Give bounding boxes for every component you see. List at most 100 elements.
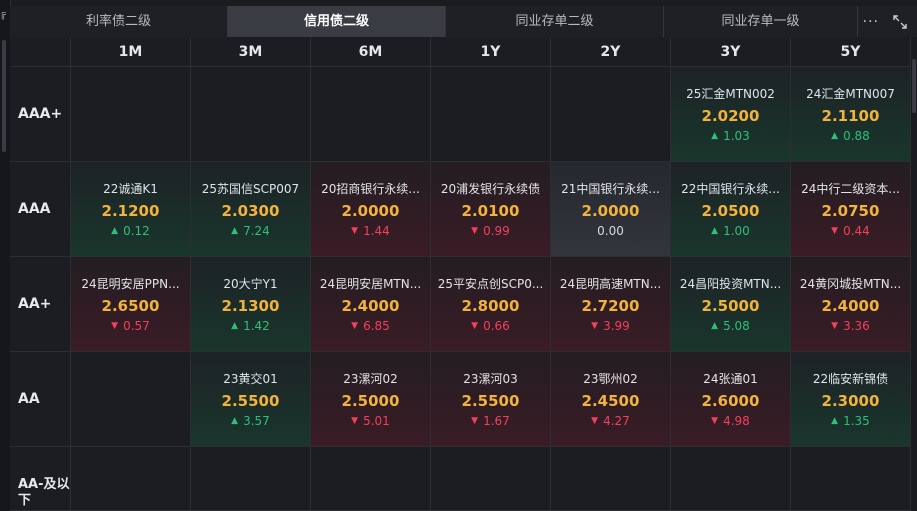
column-header-3Y: 3Y [671, 37, 791, 67]
row-label: AAA+ [10, 67, 71, 162]
triangle-up-icon: ▲ [231, 321, 239, 331]
empty-cell [671, 447, 791, 511]
yield-change: ▼ 0.44 [831, 224, 870, 239]
bond-yield: 2.7200 [581, 297, 640, 315]
yield-change: ▼ 4.98 [711, 414, 750, 429]
bond-cell[interactable]: 25平安点创SCP0... 2.8000 ▼ 0.66 [431, 257, 551, 352]
bond-cell[interactable]: 24汇金MTN007 2.1100 ▲ 0.88 [791, 67, 911, 162]
matrix-scrollbar-thumb[interactable] [912, 59, 916, 113]
empty-cell [431, 67, 551, 162]
yield-change: ▼ 5.01 [351, 414, 390, 429]
triangle-down-icon: ▼ [351, 416, 359, 426]
bond-yield: 2.0750 [821, 202, 880, 220]
bond-name: 24昆明安居MTN... [319, 277, 422, 291]
tab-0[interactable]: 利率债二级 [10, 6, 228, 37]
empty-cell [431, 447, 551, 511]
bond-cell[interactable]: 24黄冈城投MTN... 2.4000 ▼ 3.36 [791, 257, 911, 352]
bond-yield: 2.6000 [701, 392, 760, 410]
change-value: 5.08 [723, 319, 750, 333]
bond-cell[interactable]: 24中行二级资本... 2.0750 ▼ 0.44 [791, 162, 911, 257]
bond-name: 20大宁Y1 [223, 277, 278, 291]
triangle-up-icon: ▲ [711, 321, 719, 331]
bond-yield: 2.1200 [101, 202, 160, 220]
triangle-down-icon: ▼ [471, 416, 479, 426]
bond-cell[interactable]: 20招商银行永续... 2.0000 ▼ 1.44 [311, 162, 431, 257]
row-label: AA [10, 352, 71, 447]
bond-cell[interactable]: 20大宁Y1 2.1300 ▲ 1.42 [191, 257, 311, 352]
triangle-up-icon: ▲ [231, 416, 239, 426]
yield-change: ▲ 1.00 [711, 224, 750, 239]
empty-cell [191, 447, 311, 511]
triangle-down-icon: ▼ [351, 226, 359, 236]
change-value: 1.42 [243, 319, 270, 333]
change-value: 4.27 [603, 414, 630, 428]
tab-2[interactable]: 同业存单二级 [446, 6, 664, 37]
empty-cell [551, 447, 671, 511]
yield-change: ▲ 1.03 [711, 129, 750, 144]
bond-cell[interactable]: 24昌阳投资MTN... 2.5000 ▲ 5.08 [671, 257, 791, 352]
triangle-down-icon: ▼ [471, 226, 479, 236]
bond-cell[interactable]: 25汇金MTN002 2.0200 ▲ 1.03 [671, 67, 791, 162]
bond-cell[interactable]: 24张通01 2.6000 ▼ 4.98 [671, 352, 791, 447]
bond-yield: 2.5000 [341, 392, 400, 410]
left-scrollbar[interactable] [2, 40, 6, 152]
row-label: AAA [10, 162, 71, 257]
bond-yield: 2.1300 [221, 297, 280, 315]
bond-name: 24昆明安居PPN... [81, 277, 180, 291]
bond-name: 23黄交01 [223, 372, 278, 386]
yield-change: ▲ 0.88 [831, 129, 870, 144]
bond-name: 23鄂州02 [583, 372, 638, 386]
bond-yield: 2.8000 [461, 297, 520, 315]
yield-change: 0.00 [597, 224, 624, 239]
bond-name: 21中国银行永续... [561, 182, 660, 196]
empty-cell [191, 67, 311, 162]
yield-change: ▼ 0.57 [111, 319, 150, 334]
bond-cell[interactable]: 22诚通K1 2.1200 ▲ 0.12 [71, 162, 191, 257]
expand-icon[interactable] [893, 14, 907, 29]
bond-cell[interactable]: 21中国银行永续... 2.0000 0.00 [551, 162, 671, 257]
bond-yield: 2.4000 [821, 297, 880, 315]
bond-name: 25苏国信SCP007 [201, 182, 300, 196]
empty-cell [311, 447, 431, 511]
yield-change: ▼ 0.66 [471, 319, 510, 334]
tab-1[interactable]: 信用债二级 [228, 6, 446, 37]
bond-cell[interactable]: 24昆明安居PPN... 2.6500 ▼ 0.57 [71, 257, 191, 352]
triangle-up-icon: ▲ [111, 226, 119, 236]
row-label: AA-及以下 [10, 447, 71, 511]
yield-change: ▲ 1.35 [831, 414, 870, 429]
matrix-scrollbar[interactable] [911, 37, 917, 511]
empty-cell [791, 447, 911, 511]
bond-name: 22中国银行永续... [681, 182, 780, 196]
bond-cell[interactable]: 24昆明安居MTN... 2.4000 ▼ 6.85 [311, 257, 431, 352]
empty-cell [71, 67, 191, 162]
yield-change: ▲ 0.12 [111, 224, 150, 239]
bond-cell[interactable]: 23鄂州02 2.4500 ▼ 4.27 [551, 352, 671, 447]
bond-cell[interactable]: 23黄交01 2.5500 ▲ 3.57 [191, 352, 311, 447]
change-value: 0.44 [843, 224, 870, 238]
bond-cell[interactable]: 23漯河02 2.5000 ▼ 5.01 [311, 352, 431, 447]
yield-change: ▼ 1.67 [471, 414, 510, 429]
yield-change: ▲ 7.24 [231, 224, 270, 239]
more-icon[interactable]: ··· [863, 14, 879, 30]
bond-yield: 2.5500 [461, 392, 520, 410]
tab-actions: ··· [858, 6, 917, 37]
bond-yield: 2.1100 [821, 107, 880, 125]
empty-cell [311, 67, 431, 162]
column-header-5Y: 5Y [791, 37, 911, 67]
triangle-down-icon: ▼ [591, 416, 599, 426]
bond-cell[interactable]: 25苏国信SCP007 2.0300 ▲ 7.24 [191, 162, 311, 257]
bond-yield: 2.0100 [461, 202, 520, 220]
bond-cell[interactable]: 22中国银行永续... 2.0500 ▲ 1.00 [671, 162, 791, 257]
change-value: 0.88 [843, 129, 870, 143]
bond-name: 24昌阳投资MTN... [679, 277, 782, 291]
credit-bond-matrix: 1M 3M 6M 1Y 2Y 3Y 5Y AAA+ 25汇金MTN002 2.0200 ▲ 1.03 2… [10, 37, 911, 511]
yield-change: ▼ 3.99 [591, 319, 630, 334]
triangle-down-icon: ▼ [831, 226, 839, 236]
triangle-down-icon: ▼ [591, 321, 599, 331]
bond-cell[interactable]: 23漯河03 2.5500 ▼ 1.67 [431, 352, 551, 447]
bond-cell[interactable]: 22临安新锦债 2.3000 ▲ 1.35 [791, 352, 911, 447]
change-value: 1.67 [483, 414, 510, 428]
tab-3[interactable]: 同业存单一级 [664, 6, 858, 37]
bond-cell[interactable]: 24昆明高速MTN... 2.7200 ▼ 3.99 [551, 257, 671, 352]
bond-cell[interactable]: 20浦发银行永续债 2.0100 ▼ 0.99 [431, 162, 551, 257]
